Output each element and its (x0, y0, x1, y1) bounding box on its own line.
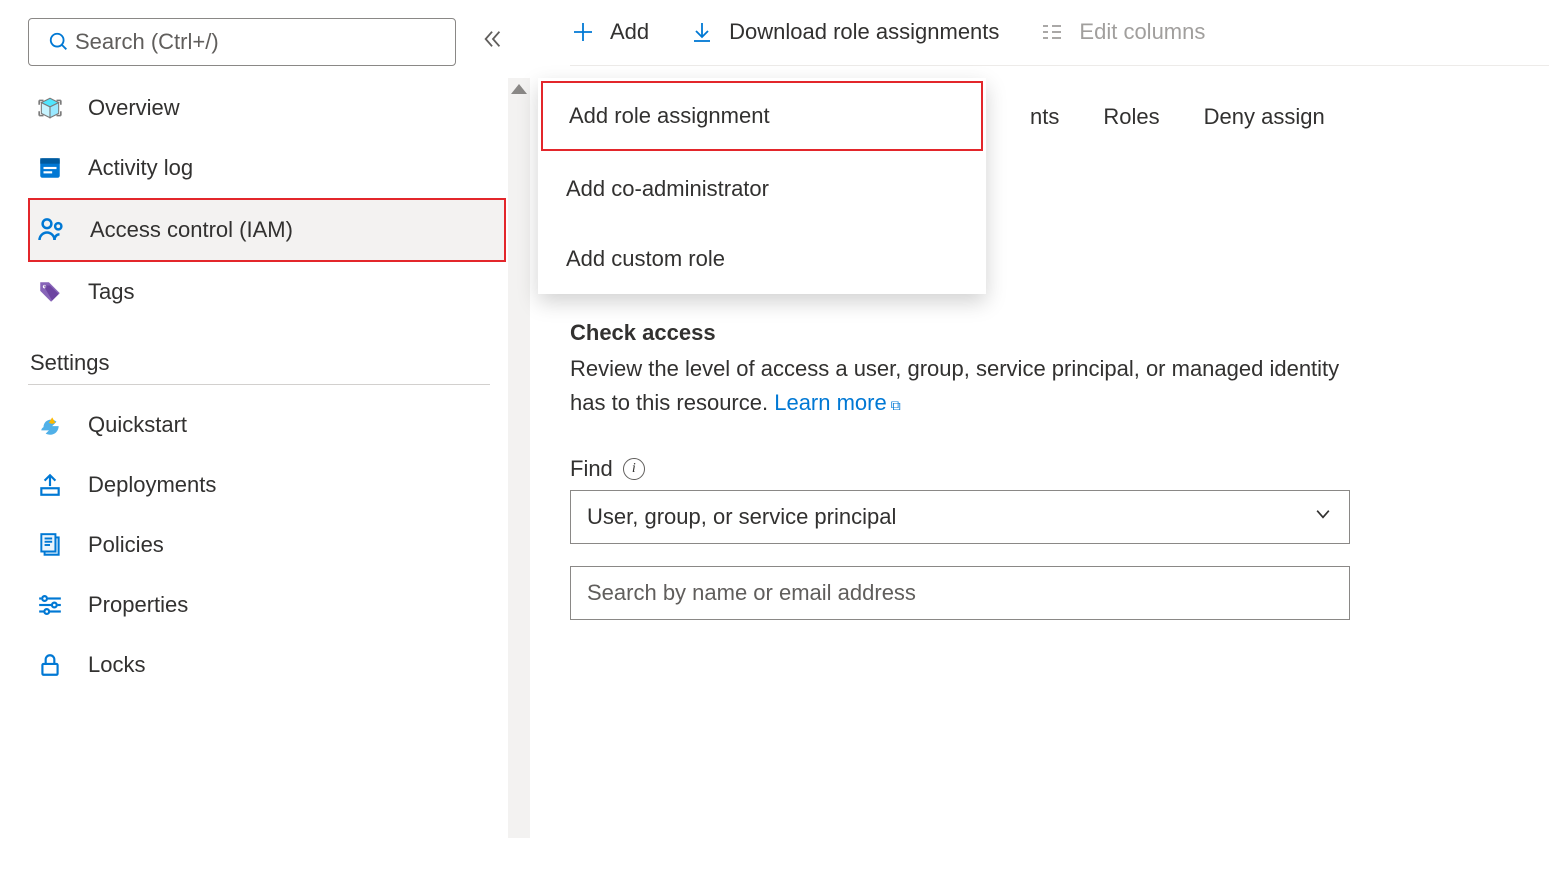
search-icon (43, 26, 75, 58)
sidebar-item-label: Policies (88, 532, 164, 558)
sidebar-item-overview[interactable]: Overview (28, 78, 508, 138)
tag-icon (34, 276, 66, 308)
tab-deny-assignments[interactable]: Deny assign (1204, 104, 1325, 130)
scroll-up-icon (511, 84, 527, 94)
sidebar-item-label: Deployments (88, 472, 216, 498)
sidebar: Overview Activity log Access control (IA… (0, 0, 530, 894)
log-icon (34, 152, 66, 184)
lock-icon (34, 649, 66, 681)
sidebar-item-tags[interactable]: Tags (28, 262, 508, 322)
sidebar-item-policies[interactable]: Policies (28, 515, 508, 575)
sidebar-nav: Overview Activity log Access control (IA… (28, 78, 530, 695)
sidebar-item-activity-log[interactable]: Activity log (28, 138, 508, 198)
dropdown-item-add-co-admin[interactable]: Add co-administrator (538, 154, 986, 224)
toolbar-label: Edit columns (1079, 19, 1205, 45)
check-access-heading: Check access (570, 320, 1549, 346)
info-icon[interactable]: i (623, 458, 645, 480)
sidebar-item-quickstart[interactable]: Quickstart (28, 395, 508, 455)
collapse-sidebar-icon[interactable] (476, 22, 510, 62)
sidebar-scrollbar[interactable] (508, 78, 530, 838)
sidebar-item-deployments[interactable]: Deployments (28, 455, 508, 515)
sidebar-search-input[interactable] (75, 29, 441, 55)
edit-columns-button[interactable]: Edit columns (1039, 19, 1205, 45)
sidebar-section-settings: Settings (28, 322, 490, 385)
sidebar-item-access-control[interactable]: Access control (IAM) (28, 198, 506, 262)
sidebar-item-label: Overview (88, 95, 180, 121)
sidebar-item-label: Tags (88, 279, 134, 305)
add-button[interactable]: Add (570, 19, 649, 45)
main-panel: Add Download role assignments Edit colum… (530, 0, 1549, 894)
quickstart-icon (34, 409, 66, 441)
command-bar: Add Download role assignments Edit colum… (570, 18, 1549, 66)
sidebar-search[interactable] (28, 18, 456, 66)
toolbar-label: Download role assignments (729, 19, 999, 45)
add-dropdown-menu: Add role assignment Add co-administrator… (538, 78, 986, 294)
find-search-box[interactable] (570, 566, 1350, 620)
toolbar-label: Add (610, 19, 649, 45)
sidebar-item-label: Properties (88, 592, 188, 618)
download-assignments-button[interactable]: Download role assignments (689, 19, 999, 45)
sidebar-item-properties[interactable]: Properties (28, 575, 508, 635)
sidebar-item-label: Locks (88, 652, 145, 678)
properties-icon (34, 589, 66, 621)
download-icon (689, 19, 715, 45)
find-type-select[interactable]: User, group, or service principal (570, 490, 1350, 544)
plus-icon (570, 19, 596, 45)
policies-icon (34, 529, 66, 561)
sidebar-item-label: Quickstart (88, 412, 187, 438)
chevron-down-icon (1313, 504, 1333, 530)
learn-more-link[interactable]: Learn more⧉ (774, 390, 901, 415)
find-label: Find (570, 456, 613, 482)
check-access-description: Review the level of access a user, group… (570, 352, 1340, 420)
people-icon (36, 214, 68, 246)
deployments-icon (34, 469, 66, 501)
sidebar-item-locks[interactable]: Locks (28, 635, 508, 695)
find-search-input[interactable] (587, 580, 1333, 606)
sidebar-item-label: Access control (IAM) (90, 217, 293, 243)
find-select-value: User, group, or service principal (587, 504, 896, 530)
dropdown-item-add-custom-role[interactable]: Add custom role (538, 224, 986, 294)
dropdown-item-add-role-assignment[interactable]: Add role assignment (541, 81, 983, 151)
tab-partial-assignments[interactable]: nts (1030, 104, 1059, 130)
sidebar-item-label: Activity log (88, 155, 193, 181)
external-link-icon: ⧉ (891, 397, 901, 413)
cube-icon (34, 92, 66, 124)
columns-icon (1039, 19, 1065, 45)
tab-roles[interactable]: Roles (1103, 104, 1159, 130)
